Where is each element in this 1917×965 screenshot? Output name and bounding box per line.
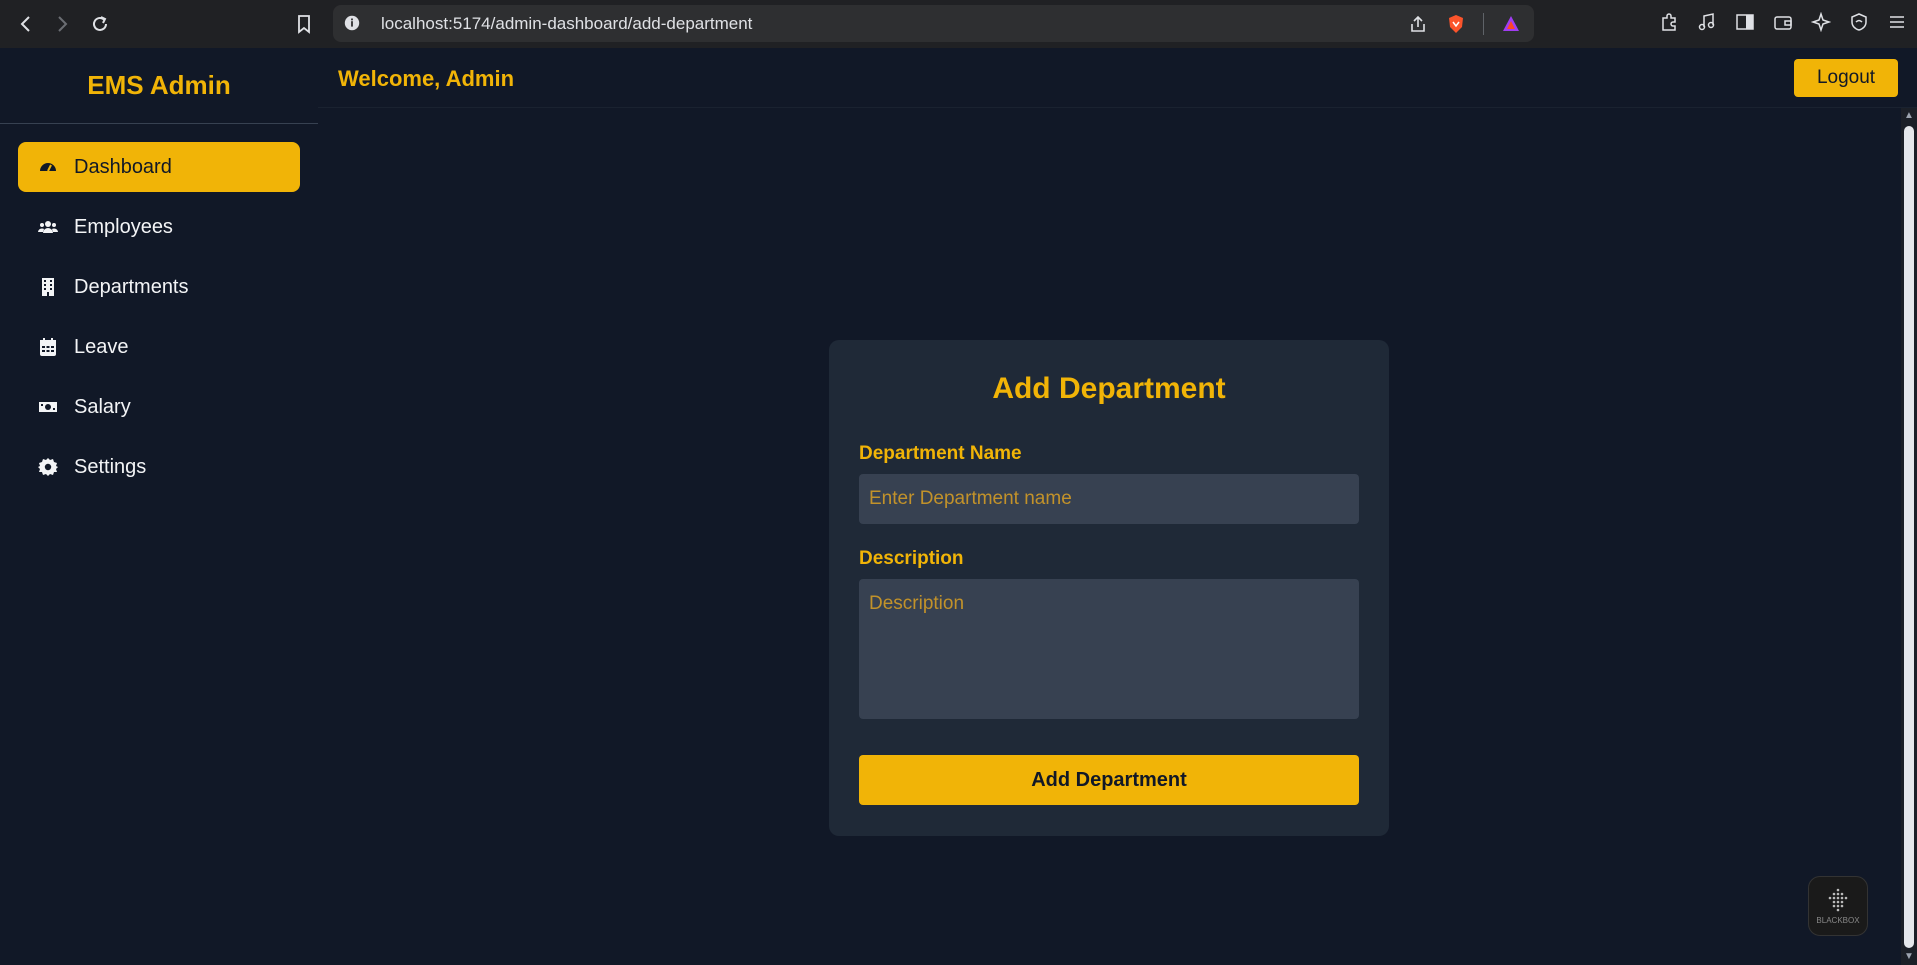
welcome-text: Welcome, Admin [338,66,515,91]
department-name-label: Department Name [859,443,1022,464]
page-scrollbar[interactable]: ▲ ▼ [1901,108,1917,965]
sidebar-item-label: Salary [74,395,131,418]
sidebar: EMS Admin Dashboard Employees Department… [0,48,318,965]
calendar-icon [38,337,58,357]
brave-rewards-icon[interactable] [1500,13,1522,35]
add-department-button[interactable]: Add Department [859,755,1359,805]
logout-button[interactable]: Logout [1794,59,1898,97]
browser-toolbar: localhost:5174/admin-dashboard/add-depar… [0,0,1917,48]
building-icon [38,277,58,297]
description-label: Description [859,548,964,569]
extensions-icon[interactable] [1657,10,1681,34]
media-icon[interactable] [1695,10,1719,34]
sidebar-item-label: Dashboard [74,155,172,178]
sidebar-item-salary[interactable]: Salary [18,382,300,432]
bookmark-icon [298,15,310,34]
vpn-icon[interactable] [1847,10,1871,34]
department-name-input[interactable] [859,474,1359,524]
blackbox-label: BLACKBOX [1816,916,1860,925]
sidebar-item-departments[interactable]: Departments [18,262,300,312]
sidebar-item-label: Settings [74,455,147,478]
scroll-up-icon[interactable]: ▲ [1904,111,1914,121]
reload-button[interactable] [86,10,114,38]
bookmark-button[interactable] [290,10,318,38]
gauge-icon [38,157,58,177]
description-textarea[interactable] [859,579,1359,719]
address-bar[interactable]: localhost:5174/admin-dashboard/add-depar… [333,5,1534,42]
sidebar-toggle-icon[interactable] [1733,10,1757,34]
sidebar-item-label: Leave [74,335,129,358]
add-department-card: Add Department Department Name Descripti… [829,340,1389,836]
sidebar-item-dashboard[interactable]: Dashboard [18,142,300,192]
back-arrow-icon [20,16,30,32]
leo-ai-icon[interactable] [1809,10,1833,34]
reload-icon [93,16,107,31]
brave-shield-icon[interactable] [1445,13,1467,35]
scroll-down-icon[interactable]: ▼ [1904,952,1914,962]
money-icon [38,397,58,417]
users-icon [38,217,58,237]
url-separator [1483,13,1484,35]
blackbox-logo-icon [1828,888,1848,912]
back-button[interactable] [12,10,40,38]
sidebar-item-label: Departments [74,275,189,298]
blackbox-widget[interactable]: BLACKBOX [1808,876,1868,936]
url-text[interactable]: localhost:5174/admin-dashboard/add-depar… [381,14,752,34]
menu-icon[interactable] [1885,10,1909,34]
wallet-icon[interactable] [1771,10,1795,34]
sidebar-item-leave[interactable]: Leave [18,322,300,372]
brand-title: EMS Admin [0,48,318,124]
scroll-thumb[interactable] [1904,126,1914,948]
sidebar-item-employees[interactable]: Employees [18,202,300,252]
sidebar-item-settings[interactable]: Settings [18,442,300,492]
forward-button[interactable] [48,10,76,38]
site-info-icon[interactable] [343,14,361,32]
sidebar-item-label: Employees [74,215,173,238]
gear-icon [38,457,58,477]
forward-arrow-icon [58,16,68,32]
top-header: Welcome, Admin Logout [318,48,1917,108]
sidebar-menu: Dashboard Employees Departments Leave Sa… [0,124,318,520]
form-title: Add Department [992,372,1226,405]
share-icon[interactable] [1407,13,1429,35]
